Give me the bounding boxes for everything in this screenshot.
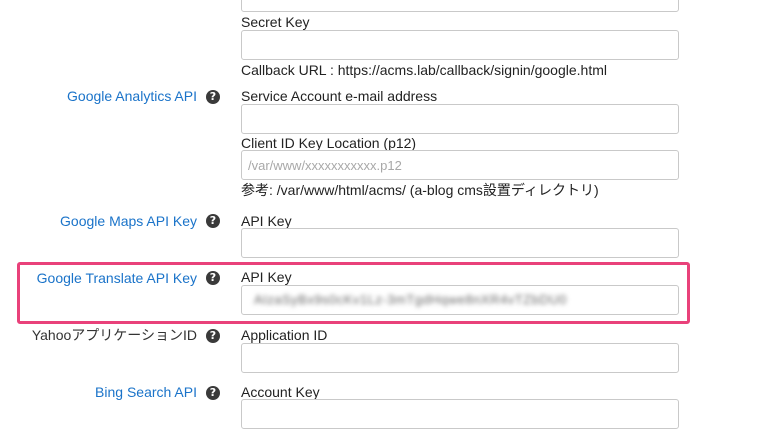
service-account-input[interactable] <box>241 104 679 134</box>
translate-api-key-label: API Key <box>241 269 292 285</box>
help-icon[interactable]: ? <box>206 90 220 104</box>
translate-api-key-value: AIzaSyBx9s0cKv1Lz-3mTgdHqwe8nXR4vTZbDU0 <box>254 292 567 307</box>
client-id-key-location-input[interactable] <box>241 150 679 180</box>
reference-note: 参考: /var/www/html/acms/ (a-blog cms設置ディレ… <box>241 182 599 198</box>
help-icon[interactable]: ? <box>206 386 220 400</box>
top-partial-input[interactable] <box>241 0 679 12</box>
application-id-label: Application ID <box>241 327 328 343</box>
google-translate-api-key-link[interactable]: Google Translate API Key <box>20 269 197 287</box>
maps-api-key-input[interactable] <box>241 228 679 258</box>
help-icon[interactable]: ? <box>206 271 220 285</box>
help-icon[interactable]: ? <box>206 214 220 228</box>
secret-key-input[interactable] <box>241 30 679 60</box>
service-account-label: Service Account e-mail address <box>241 88 438 104</box>
account-key-input[interactable] <box>241 399 679 429</box>
help-icon[interactable]: ? <box>206 329 220 343</box>
translate-api-key-input[interactable]: AIzaSyBx9s0cKv1Lz-3mTgdHqwe8nXR4vTZbDU0 <box>241 285 679 315</box>
google-maps-api-key-link[interactable]: Google Maps API Key <box>20 212 197 230</box>
yahoo-application-id-label: YahooアプリケーションID <box>31 327 197 343</box>
secret-key-label: Secret Key <box>241 14 310 30</box>
application-id-input[interactable] <box>241 343 679 373</box>
google-analytics-api-link[interactable]: Google Analytics API <box>20 87 197 105</box>
bing-search-api-link[interactable]: Bing Search API <box>20 383 197 401</box>
callback-url-note: Callback URL : https://acms.lab/callback… <box>241 62 607 78</box>
